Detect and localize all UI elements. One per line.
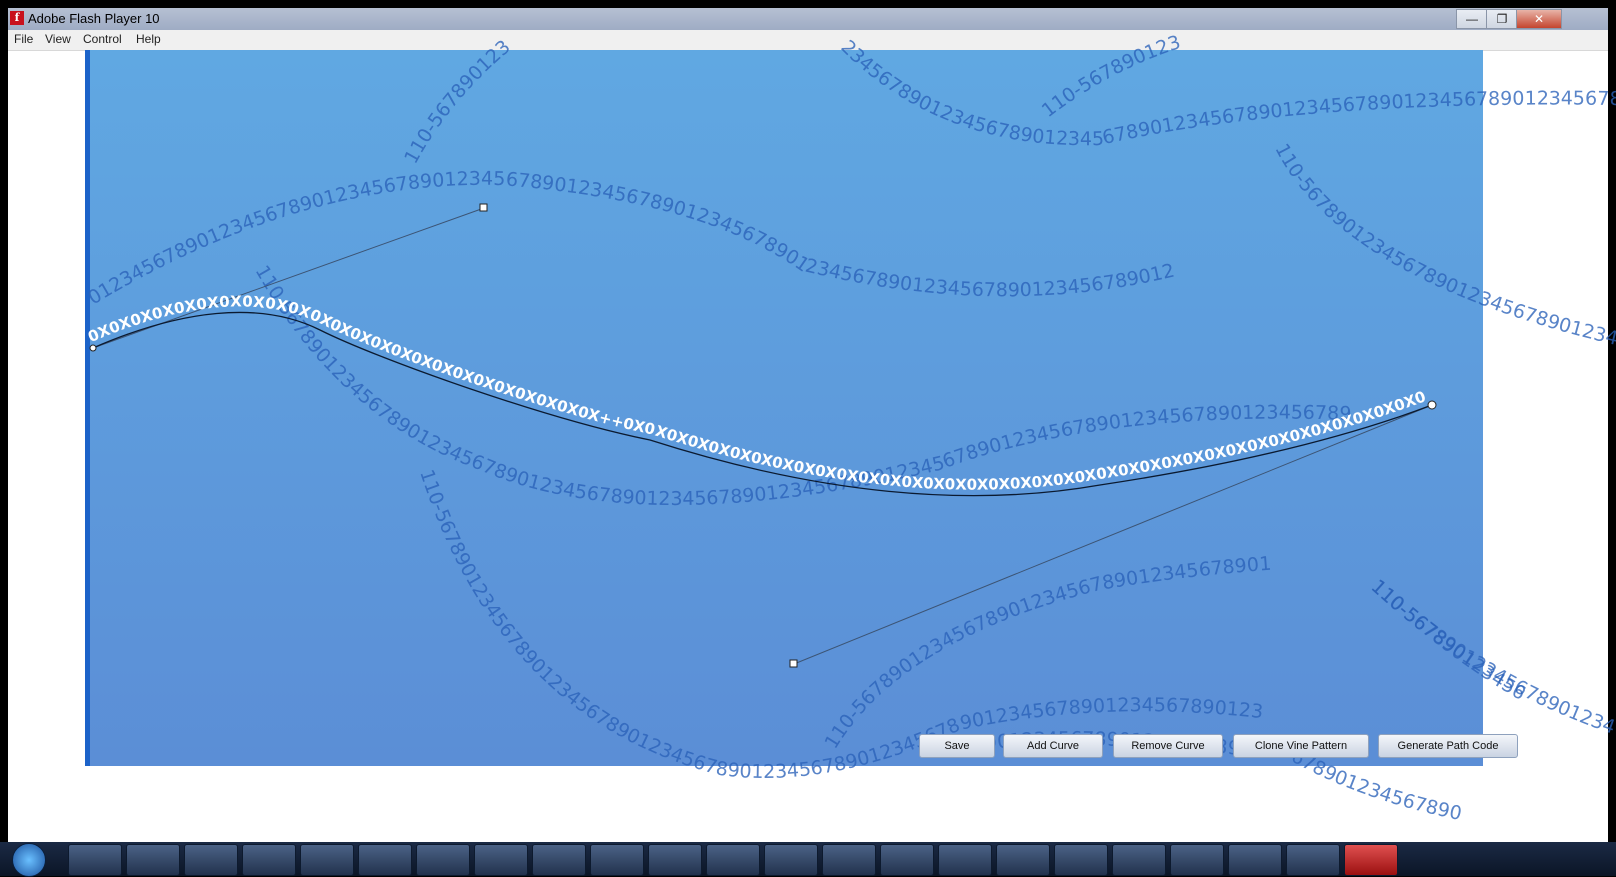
taskbar-flash-icon[interactable] [1344, 844, 1398, 876]
taskbar-app-icon[interactable] [68, 844, 122, 876]
taskbar-app-icon[interactable] [300, 844, 354, 876]
save-button[interactable]: Save [919, 734, 995, 758]
window-title: Adobe Flash Player 10 [28, 11, 160, 26]
taskbar-app-icon[interactable] [416, 844, 470, 876]
start-button-icon[interactable] [12, 843, 46, 877]
taskbar-app-icon[interactable] [358, 844, 412, 876]
generate-path-code-button[interactable]: Generate Path Code [1378, 734, 1518, 758]
add-curve-button[interactable]: Add Curve [1003, 734, 1103, 758]
menu-help[interactable]: Help [136, 32, 161, 46]
taskbar-app-icon[interactable] [880, 844, 934, 876]
taskbar-app-icon[interactable] [996, 844, 1050, 876]
menu-control[interactable]: Control [83, 32, 122, 46]
menu-bar: File View Control Help [8, 30, 1608, 51]
menu-view[interactable]: View [45, 32, 71, 46]
restore-button[interactable]: ❐ [1486, 9, 1518, 29]
minimize-button[interactable]: — [1456, 9, 1488, 29]
taskbar-app-icon[interactable] [242, 844, 296, 876]
taskbar-app-icon[interactable] [474, 844, 528, 876]
taskbar-app-icon[interactable] [590, 844, 644, 876]
taskbar-app-icon[interactable] [184, 844, 238, 876]
menu-file[interactable]: File [14, 32, 33, 46]
taskbar-app-icon[interactable] [1228, 844, 1282, 876]
taskbar-app-icon[interactable] [1286, 844, 1340, 876]
flash-stage[interactable] [85, 50, 1483, 766]
taskbar-app-icon[interactable] [126, 844, 180, 876]
stage-left-edge [85, 50, 90, 766]
remove-curve-button[interactable]: Remove Curve [1113, 734, 1223, 758]
taskbar [0, 842, 1616, 877]
taskbar-app-icon[interactable] [1170, 844, 1224, 876]
clone-vine-pattern-button[interactable]: Clone Vine Pattern [1233, 734, 1369, 758]
taskbar-app-icon[interactable] [1054, 844, 1108, 876]
flash-app-icon: f [10, 11, 24, 25]
close-button[interactable]: ✕ [1516, 9, 1562, 29]
taskbar-app-icon[interactable] [532, 844, 586, 876]
taskbar-app-icon[interactable] [1112, 844, 1166, 876]
taskbar-app-icon[interactable] [648, 844, 702, 876]
taskbar-app-icon[interactable] [938, 844, 992, 876]
taskbar-app-icon[interactable] [822, 844, 876, 876]
taskbar-app-icon[interactable] [706, 844, 760, 876]
taskbar-app-icon[interactable] [764, 844, 818, 876]
